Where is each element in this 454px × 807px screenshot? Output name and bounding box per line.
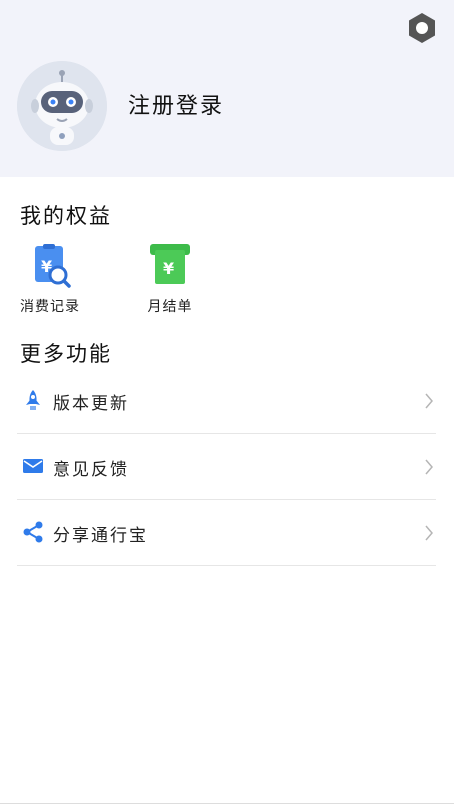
menu-item-feedback[interactable]: 意见反馈	[17, 434, 436, 500]
menu-item-label: 版本更新	[53, 394, 129, 414]
menu-item-share[interactable]: 分享通行宝	[17, 500, 436, 566]
benefit-monthly-statement[interactable]: ¥ 月结单	[130, 242, 210, 316]
benefit-label: 消费记录	[20, 299, 80, 315]
avatar[interactable]	[17, 61, 107, 151]
monthly-statement-icon: ¥	[150, 244, 190, 284]
consumption-record-icon: ¥	[35, 244, 71, 288]
chevron-right-icon	[425, 393, 433, 409]
chevron-right-icon	[425, 525, 433, 541]
more-features-section-title: 更多功能	[20, 342, 112, 366]
robot-avatar-icon	[17, 61, 107, 151]
mail-icon	[23, 459, 43, 473]
menu-item-version-update[interactable]: 版本更新	[17, 368, 436, 434]
menu-item-label: 分享通行宝	[53, 526, 148, 546]
more-features-list: 版本更新 意见反馈 分享通行宝	[17, 368, 436, 566]
rocket-icon	[26, 390, 40, 410]
settings-icon[interactable]	[405, 11, 439, 45]
benefits-section-title: 我的权益	[20, 204, 112, 228]
profile-header: 注册登录	[0, 0, 454, 177]
benefit-label: 月结单	[147, 299, 193, 315]
svg-text:¥: ¥	[163, 259, 174, 278]
menu-item-label: 意见反馈	[53, 460, 129, 480]
register-login-link[interactable]: 注册登录	[128, 88, 224, 120]
chevron-right-icon	[425, 459, 433, 475]
bottom-divider	[0, 803, 454, 804]
benefit-consumption-record[interactable]: ¥ 消费记录	[10, 242, 90, 316]
share-icon	[23, 521, 43, 543]
